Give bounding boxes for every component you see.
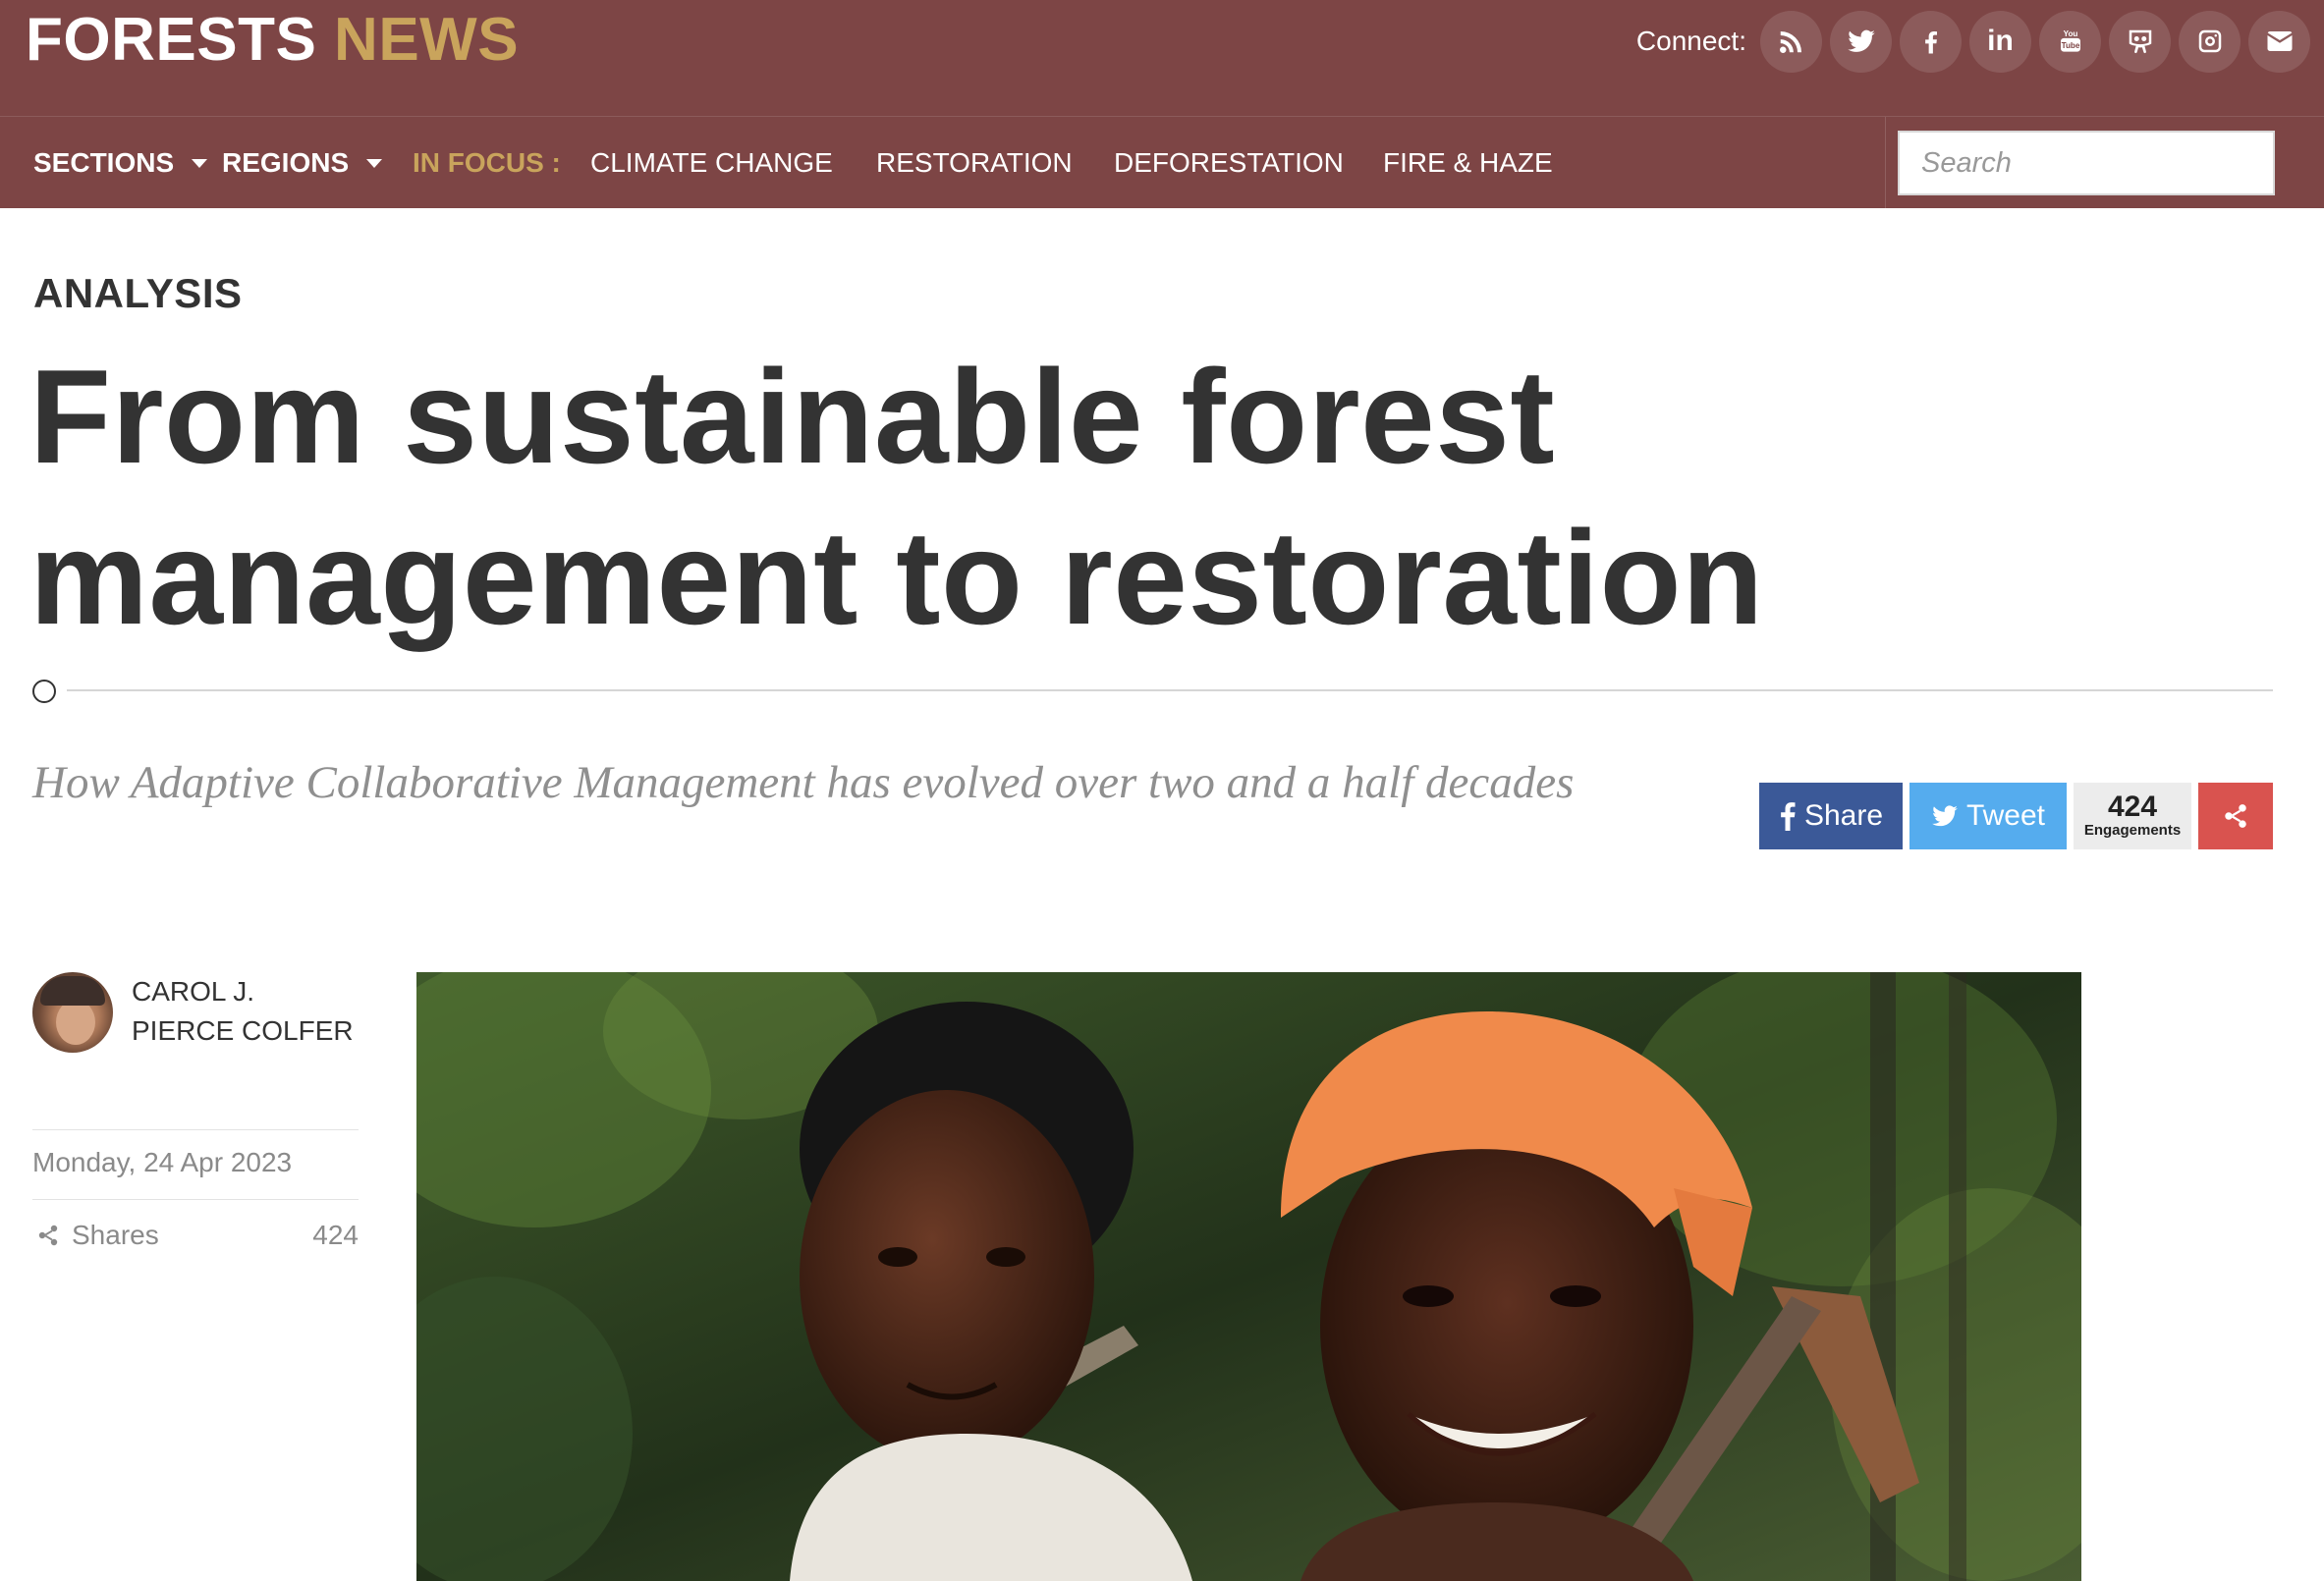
linkedin-icon[interactable]: in — [1969, 10, 2031, 73]
nav-link-climate-change[interactable]: CLIMATE CHANGE — [590, 117, 833, 209]
share-icon — [2222, 802, 2249, 830]
nav-link-deforestation[interactable]: DEFORESTATION — [1114, 117, 1344, 209]
share-icon — [32, 1224, 72, 1247]
site-header: FORESTS NEWS Connect: in You Tube — [0, 0, 2324, 116]
linkedin-text: in — [1987, 25, 2014, 57]
twitter-icon — [1931, 802, 1959, 830]
logo-word-forests: FORESTS — [26, 6, 317, 74]
search-input[interactable] — [1898, 131, 2275, 195]
shares-label: Shares — [72, 1220, 159, 1250]
social-connect: Connect: in You Tube — [1636, 10, 2310, 73]
youtube-icon[interactable]: You Tube — [2039, 10, 2101, 73]
shares-row: Shares 424 — [32, 1216, 359, 1255]
divider-circle — [32, 680, 56, 703]
engagements-label: Engagements — [2083, 822, 2182, 839]
connect-label: Connect: — [1635, 26, 1746, 56]
tweet-label: Tweet — [1965, 799, 2046, 832]
slideshare-icon[interactable] — [2109, 10, 2171, 73]
more-share-button[interactable] — [2198, 783, 2273, 849]
logo-word-news: NEWS — [334, 6, 520, 74]
tweet-button[interactable]: Tweet — [1909, 783, 2067, 849]
chevron-down-icon — [366, 158, 383, 168]
engagements-counter: 424 Engagements — [2074, 783, 2191, 849]
meta-divider — [32, 1199, 359, 1200]
search-area — [1885, 117, 2324, 209]
nav-link-fire-haze[interactable]: FIRE & HAZE — [1383, 117, 1553, 209]
author-name-line-2: PIERCE COLFER — [132, 1015, 354, 1046]
article-lead-image — [416, 972, 2081, 1581]
engagements-count: 424 — [2107, 790, 2158, 823]
instagram-icon[interactable] — [2179, 10, 2241, 73]
divider-line — [67, 689, 2273, 691]
article-subtitle: How Adaptive Collaborative Management ha… — [32, 757, 1575, 808]
facebook-icon — [1779, 801, 1797, 831]
article-title-line-1: From sustainable forest — [29, 342, 1556, 491]
nav-sections-dropdown[interactable]: SECTIONS — [33, 117, 208, 209]
author-name-line-1: CAROL J. — [132, 976, 254, 1007]
author-avatar[interactable] — [32, 972, 113, 1053]
rss-icon[interactable] — [1760, 10, 1822, 73]
article-title: From sustainable forest management to re… — [29, 336, 1798, 658]
in-focus-label: IN FOCUS : — [413, 147, 561, 178]
meta-divider — [32, 1129, 359, 1130]
publish-date: Monday, 24 Apr 2023 — [32, 1147, 293, 1177]
facebook-share-button[interactable]: Share — [1759, 783, 1903, 849]
facebook-share-label: Share — [1803, 799, 1884, 832]
twitter-icon[interactable] — [1830, 10, 1892, 73]
facebook-icon[interactable] — [1900, 10, 1962, 73]
lead-image-illustration — [416, 972, 2081, 1581]
chevron-down-icon — [192, 158, 208, 168]
main-nav: SECTIONS REGIONS IN FOCUS : CLIMATE CHAN… — [0, 116, 2324, 209]
site-logo[interactable]: FORESTS NEWS — [26, 6, 519, 75]
article-category[interactable]: ANALYSIS — [33, 270, 243, 317]
nav-sections-label: SECTIONS — [33, 147, 175, 178]
youtube-text-bottom: Tube — [2061, 41, 2079, 50]
nav-link-restoration[interactable]: RESTORATION — [876, 117, 1073, 209]
shares-count: 424 — [312, 1220, 359, 1250]
article-title-line-2: management to restoration — [29, 503, 1764, 652]
youtube-text-top: You — [2063, 29, 2077, 38]
nav-regions-dropdown[interactable]: REGIONS — [222, 117, 383, 209]
email-icon[interactable] — [2248, 10, 2310, 73]
nav-regions-label: REGIONS — [222, 147, 350, 178]
author-name[interactable]: CAROL J. PIERCE COLFER — [132, 972, 354, 1051]
